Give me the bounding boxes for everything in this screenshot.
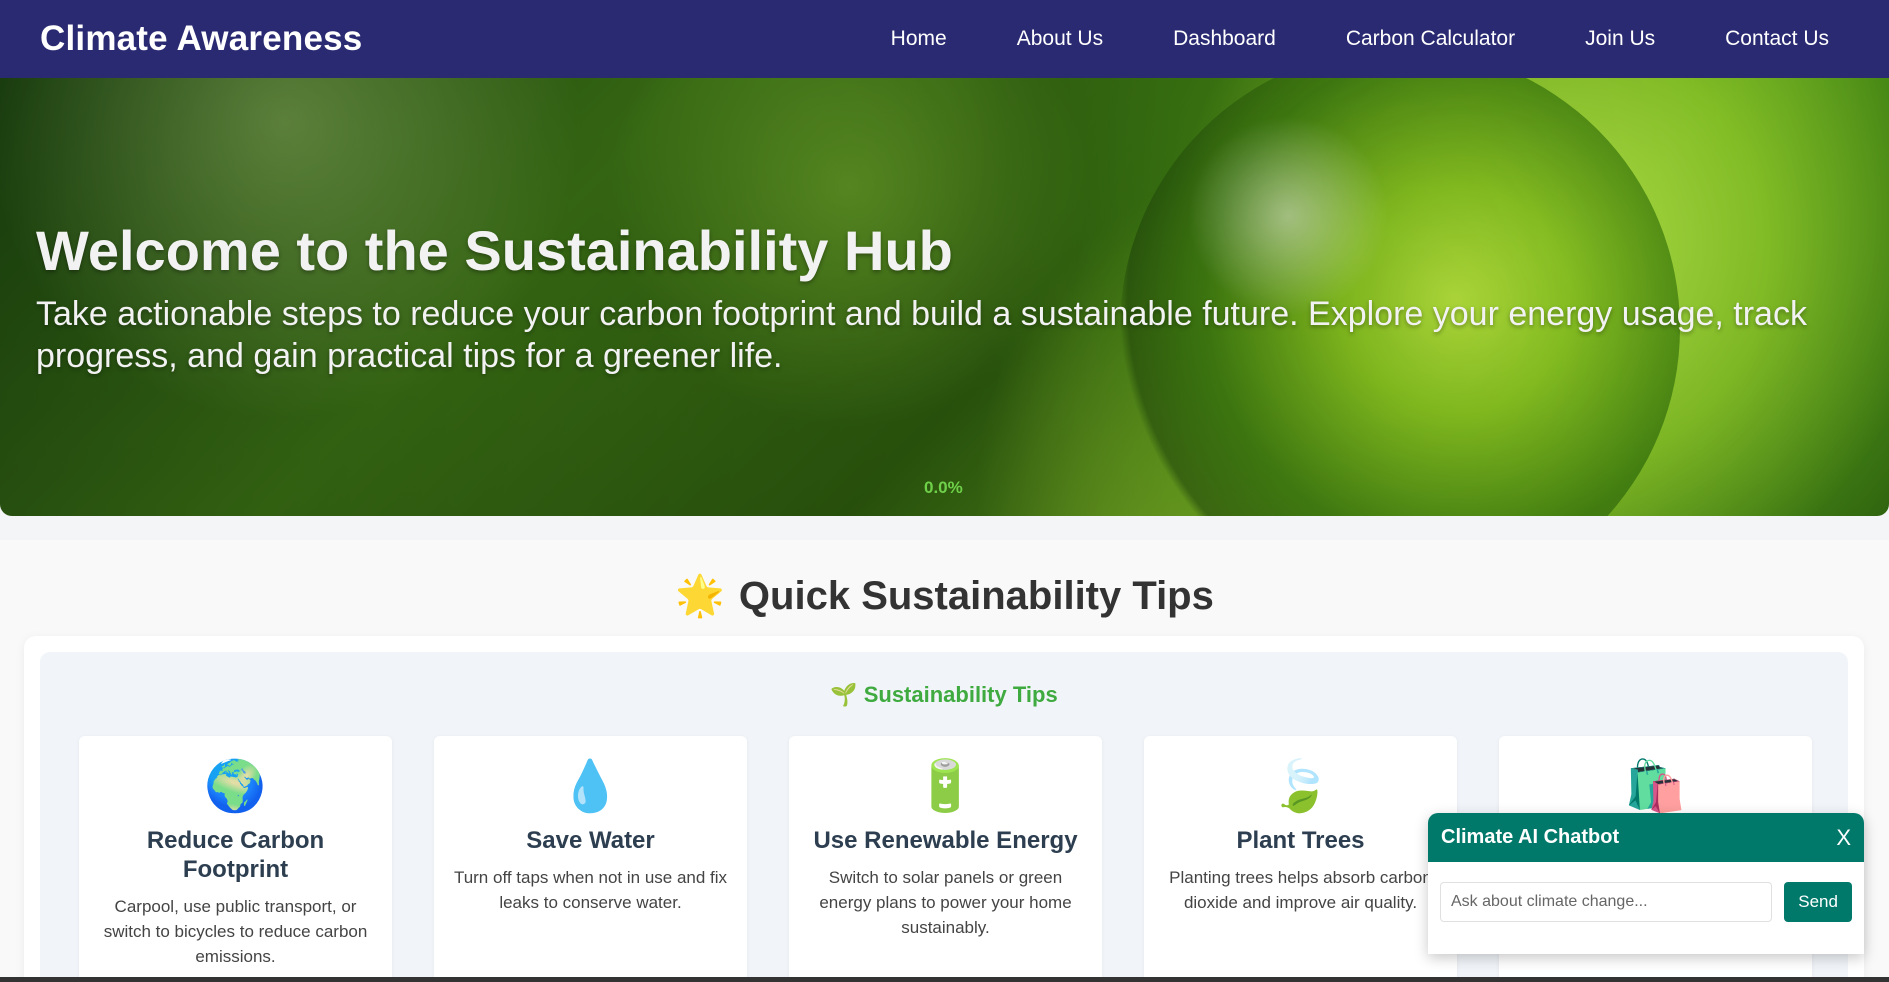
send-button[interactable]: Send [1784, 882, 1852, 922]
star-icon: 🌟 [675, 574, 725, 618]
chatbot-body: Send [1428, 862, 1864, 922]
hero-description: Take actionable steps to reduce your car… [36, 295, 1807, 375]
nav-link-carbon-calculator[interactable]: Carbon Calculator [1346, 27, 1515, 51]
nav-link-home[interactable]: Home [891, 27, 947, 51]
tip-card-text: Switch to solar panels or green energy p… [819, 868, 1072, 937]
tip-card-title: Save Water [526, 827, 655, 854]
nav-link-about-us[interactable]: About Us [1017, 27, 1103, 51]
tip-card-renewable-energy[interactable]: 🔋 Use Renewable Energy Switch to solar p… [789, 736, 1102, 982]
leaves-icon: 🍃 [1269, 758, 1332, 814]
battery-icon: 🔋 [914, 758, 977, 814]
tip-card-save-water[interactable]: 💧 Save Water Turn off taps when not in u… [434, 736, 747, 982]
brand-logo-text[interactable]: Climate Awareness [40, 19, 362, 59]
tip-card-text: Turn off taps when not in use and fix le… [453, 868, 728, 912]
tip-card-title: Use Renewable Energy [813, 827, 1078, 854]
section-title: 🌟 Quick Sustainability Tips [0, 572, 1889, 619]
globe-icon: 🌍 [204, 758, 267, 814]
tip-card-text: Carpool, use public transport, or switch… [103, 897, 368, 966]
tip-card-text: Planting trees helps absorb carbon dioxi… [1169, 868, 1432, 912]
chatbot-header: Climate AI Chatbot X [1428, 813, 1864, 862]
chatbot-widget: Climate AI Chatbot X Send [1428, 813, 1864, 954]
hero-title: Welcome to the Sustainability Hub [36, 219, 953, 282]
hero-progress-text: 0.0% [924, 478, 963, 497]
section-title-text: Quick Sustainability Tips [738, 574, 1214, 618]
nav-link-join-us[interactable]: Join Us [1585, 27, 1655, 51]
water-drop-icon: 💧 [559, 758, 622, 814]
chatbot-input[interactable] [1440, 882, 1773, 922]
shopping-bags-icon: 🛍️ [1624, 758, 1687, 814]
tip-card-title: Reduce Carbon Footprint [146, 827, 325, 883]
nav-link-dashboard[interactable]: Dashboard [1173, 27, 1276, 51]
sprout-icon: 🌱 [830, 682, 858, 707]
close-icon[interactable]: X [1836, 825, 1851, 851]
navbar: Climate Awareness Home About Us Dashboar… [0, 0, 1889, 78]
window-bottom-edge [0, 977, 1889, 982]
chatbot-title: Climate AI Chatbot [1441, 826, 1620, 848]
hero-banner: Welcome to the Sustainability Hub Take a… [0, 78, 1889, 516]
tips-subtitle-text: Sustainability Tips [863, 682, 1058, 707]
tips-subtitle: 🌱 Sustainability Tips [40, 682, 1848, 708]
tip-card-title: Plant Trees [1236, 827, 1365, 854]
tip-card-reduce-carbon[interactable]: 🌍 Reduce Carbon Footprint Carpool, use p… [79, 736, 392, 982]
nav-links: Home About Us Dashboard Carbon Calculato… [891, 27, 1849, 51]
tip-card-plant-trees[interactable]: 🍃 Plant Trees Planting trees helps absor… [1144, 736, 1457, 982]
nav-link-contact-us[interactable]: Contact Us [1725, 27, 1829, 51]
